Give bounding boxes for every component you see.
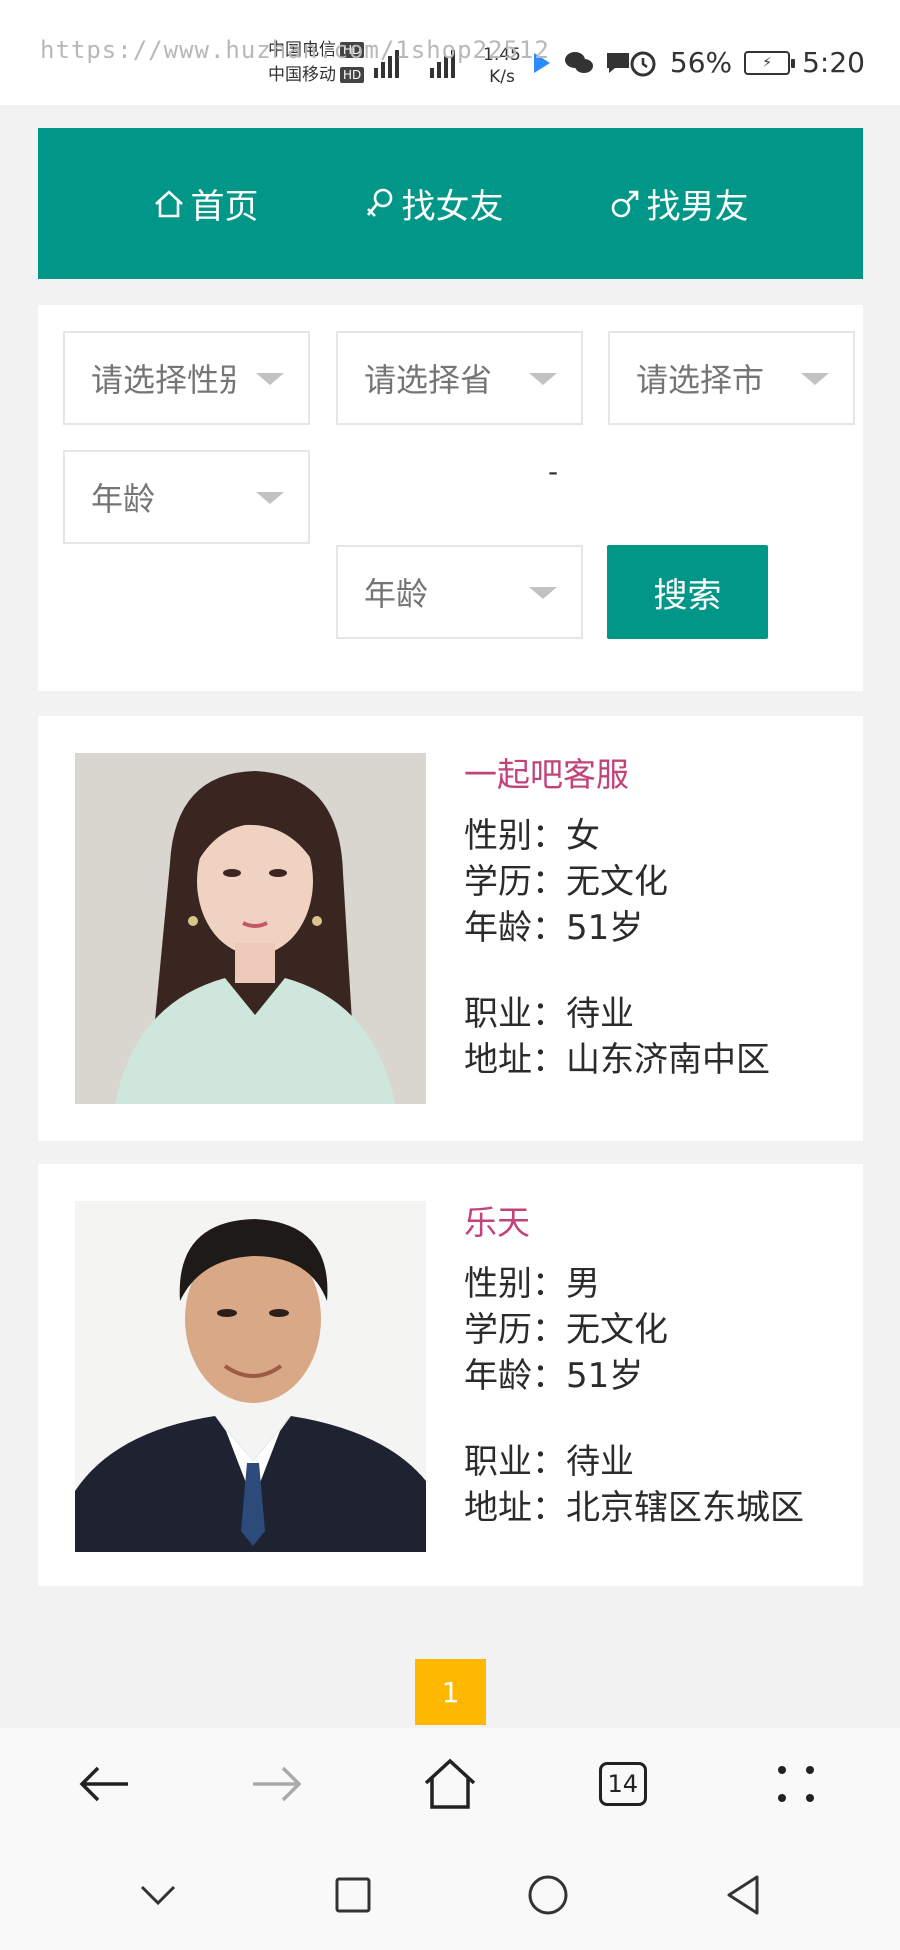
profile-age: 年龄：51岁 <box>464 1356 644 1396</box>
status-right: 56% ⚡ 5:20 <box>628 46 865 79</box>
age-min-select[interactable]: 年龄 <box>63 450 310 544</box>
age-max-select[interactable]: 年龄 <box>336 545 583 639</box>
profile-education: 学历：无文化 <box>464 862 668 902</box>
avatar <box>75 753 426 1104</box>
top-nav: 首页 找女友 找男友 <box>38 128 863 279</box>
tab-count: 14 <box>598 1762 647 1806</box>
home-icon <box>154 189 183 217</box>
back-button[interactable] <box>59 1739 149 1829</box>
page-1-button[interactable]: 1 <box>415 1659 486 1725</box>
age-range-separator: - <box>548 455 559 488</box>
nav-find-girlfriend-label: 找女友 <box>401 187 504 227</box>
nav-home-label: 首页 <box>190 187 259 227</box>
browser-toolbar: 14 <box>0 1728 900 1840</box>
profile-photo[interactable] <box>75 1201 426 1552</box>
arrow-right-icon <box>253 1766 302 1802</box>
nav-find-boyfriend[interactable]: 找男友 <box>609 179 749 228</box>
nav-find-girlfriend[interactable]: 找女友 <box>364 179 504 228</box>
system-home-button[interactable] <box>503 1850 593 1940</box>
profile-age: 年龄：51岁 <box>464 908 644 948</box>
home-button[interactable] <box>405 1739 495 1829</box>
gender-select[interactable]: 请选择性别 <box>63 331 310 425</box>
profile-occupation: 职业：待业 <box>464 994 634 1034</box>
province-select[interactable]: 请选择省 <box>336 331 583 425</box>
profile-name[interactable]: 一起吧客服 <box>464 749 770 801</box>
profile-card[interactable]: 一起吧客服 性别：女 学历：无文化 年龄：51岁 职业：待业 地址：山东济南中区 <box>38 716 863 1141</box>
hd-badge: HD <box>340 67 365 83</box>
recents-button[interactable] <box>308 1850 398 1940</box>
carrier-2: 中国移动 <box>268 65 336 85</box>
profile-address: 地址：北京辖区东城区 <box>464 1488 804 1528</box>
caret-down-icon <box>256 373 284 385</box>
wechat-icon <box>565 52 593 73</box>
system-back-button[interactable] <box>698 1850 788 1940</box>
female-icon <box>366 188 392 217</box>
avatar <box>75 1201 426 1552</box>
home-icon <box>424 1758 476 1809</box>
profile-occupation: 职业：待业 <box>464 1442 634 1482</box>
tabs-button[interactable]: 14 <box>578 1739 668 1829</box>
arrow-left-icon <box>79 1766 129 1802</box>
male-icon <box>611 190 638 217</box>
profile-address: 地址：山东济南中区 <box>464 1040 770 1080</box>
clock: 5:20 <box>802 46 865 79</box>
alarm-icon <box>630 51 656 76</box>
profile-info: 乐天 性别：男 学历：无文化 年龄：51岁 职业：待业 地址：北京辖区东城区 <box>464 1197 804 1531</box>
profile-gender: 性别：女 <box>464 816 600 856</box>
circle-icon <box>528 1875 567 1915</box>
chevron-down-icon <box>140 1885 175 1906</box>
caret-down-icon <box>256 492 284 504</box>
profile-education: 学历：无文化 <box>464 1310 668 1350</box>
triangle-back-icon <box>727 1875 758 1915</box>
more-dots-icon <box>777 1766 814 1802</box>
status-bar: 中国电信 HD 中国移动 HD 1.45 K/s https://www.huzha… <box>0 0 900 105</box>
profile-info: 一起吧客服 性别：女 学历：无文化 年龄：51岁 职业：待业 地址：山东济南中区 <box>464 749 770 1083</box>
battery-percent: 56% <box>669 46 733 79</box>
profile-card[interactable]: 乐天 性别：男 学历：无文化 年龄：51岁 职业：待业 地址：北京辖区东城区 <box>38 1164 863 1586</box>
caret-down-icon <box>801 373 829 385</box>
profile-gender: 性别：男 <box>464 1264 600 1304</box>
system-nav <box>0 1840 900 1950</box>
search-button[interactable]: 搜索 <box>607 545 768 639</box>
battery-icon: ⚡ <box>744 50 796 75</box>
nav-find-boyfriend-label: 找男友 <box>646 187 749 227</box>
caret-down-icon <box>529 373 557 385</box>
profile-photo[interactable] <box>75 753 426 1104</box>
profile-name[interactable]: 乐天 <box>464 1197 804 1249</box>
watermark: https://www.huzhan.com/1shop22512 <box>40 36 550 64</box>
menu-button[interactable] <box>751 1739 841 1829</box>
collapse-button[interactable] <box>113 1850 203 1940</box>
square-icon <box>335 1877 370 1913</box>
caret-down-icon <box>529 587 557 599</box>
forward-button[interactable] <box>232 1739 322 1829</box>
nav-home[interactable]: 首页 <box>153 179 259 228</box>
city-select[interactable]: 请选择市 <box>608 331 855 425</box>
